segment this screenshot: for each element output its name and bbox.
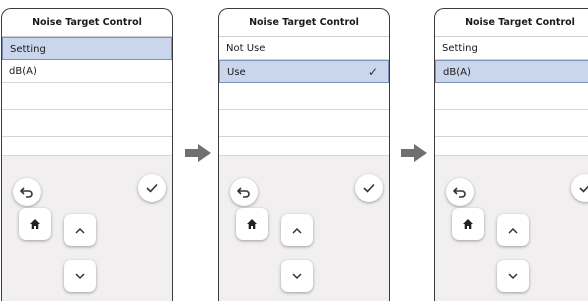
option-list: Setting dB(A) <box>435 37 588 164</box>
list-item-setting[interactable]: Setting <box>435 37 588 60</box>
back-button[interactable] <box>13 178 41 206</box>
checkmark-icon <box>363 183 375 193</box>
chevron-down-icon <box>75 272 85 279</box>
up-button[interactable] <box>281 214 313 246</box>
down-button[interactable] <box>497 260 529 292</box>
home-icon <box>463 219 473 229</box>
list-item-empty <box>219 110 389 137</box>
confirm-button[interactable] <box>138 174 166 202</box>
screen-title: Noise Target Control <box>219 9 389 37</box>
confirm-button[interactable] <box>355 174 383 202</box>
back-button[interactable] <box>230 178 258 206</box>
back-arrow-icon <box>237 187 250 198</box>
list-item-label: Setting <box>442 43 478 54</box>
list-item-label: dB(A) <box>9 66 37 77</box>
up-button[interactable] <box>497 214 529 246</box>
list-item-use[interactable]: Use ✓ <box>219 60 389 83</box>
list-item-not-use[interactable]: Not Use <box>219 37 389 60</box>
screen-title: Noise Target Control <box>435 9 588 37</box>
chevron-up-icon <box>75 227 85 234</box>
right-arrow-icon <box>401 144 427 162</box>
home-button[interactable] <box>236 208 268 240</box>
home-button[interactable] <box>452 208 484 240</box>
chevron-up-icon <box>508 227 518 234</box>
screen-2: Noise Target Control Not Use Use ✓ <box>218 8 390 301</box>
checkmark-icon <box>579 185 588 193</box>
home-icon <box>247 219 257 229</box>
chevron-down-icon <box>292 272 302 279</box>
down-button[interactable] <box>64 260 96 292</box>
list-item-empty <box>2 83 172 110</box>
list-item-empty <box>2 110 172 137</box>
right-arrow-icon <box>185 144 211 162</box>
screen-3: Noise Target Control Setting dB(A) <box>434 8 588 301</box>
down-button[interactable] <box>281 260 313 292</box>
option-list: Not Use Use ✓ <box>219 37 389 164</box>
chevron-up-icon <box>292 227 302 234</box>
list-item-empty <box>219 83 389 110</box>
home-button[interactable] <box>19 208 51 240</box>
list-item-label: Use <box>227 67 246 78</box>
home-icon <box>30 219 40 229</box>
checkmark-icon <box>146 183 158 193</box>
control-pad <box>435 155 588 301</box>
confirm-button[interactable] <box>571 174 588 202</box>
screen-1: Noise Target Control Setting dB(A) <box>1 8 173 301</box>
list-item-label: dB(A) <box>443 67 471 78</box>
list-item-empty <box>435 83 588 110</box>
control-pad <box>219 155 389 301</box>
check-icon: ✓ <box>367 65 378 79</box>
screen-title: Noise Target Control <box>2 9 172 37</box>
back-arrow-icon <box>453 187 466 198</box>
list-item-label: Setting <box>10 44 46 55</box>
list-item-empty <box>435 110 588 137</box>
back-arrow-icon <box>20 187 33 198</box>
list-item-dba[interactable]: dB(A) <box>2 60 172 83</box>
up-button[interactable] <box>64 214 96 246</box>
control-pad <box>2 155 172 301</box>
option-list: Setting dB(A) <box>2 37 172 164</box>
back-button[interactable] <box>446 178 474 206</box>
list-item-dba[interactable]: dB(A) <box>435 60 588 83</box>
list-item-setting[interactable]: Setting <box>2 37 172 60</box>
chevron-down-icon <box>508 272 518 279</box>
list-item-label: Not Use <box>226 43 266 54</box>
sequence-illustration: Noise Target Control Setting dB(A) Noise… <box>0 0 588 301</box>
